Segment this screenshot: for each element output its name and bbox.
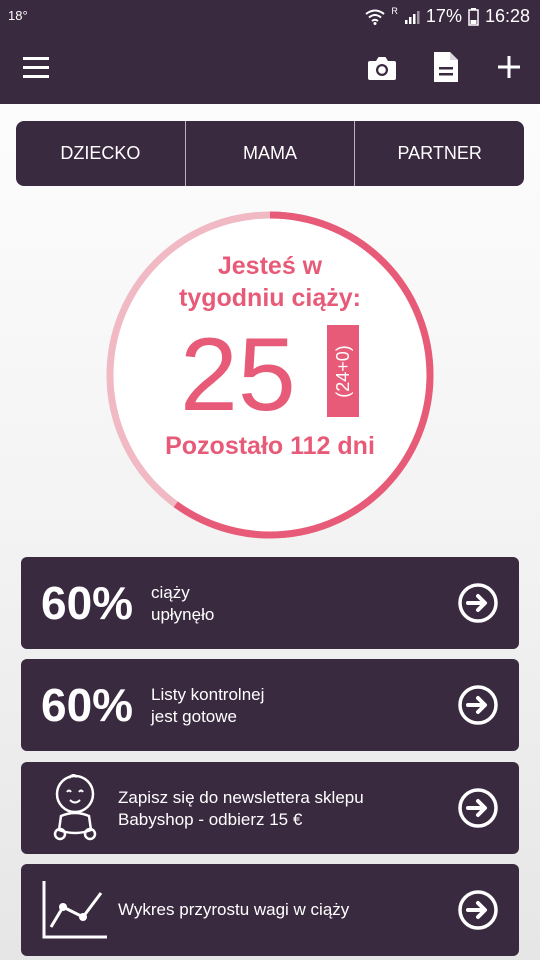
days-remaining: Pozostało 112 dni (165, 432, 375, 460)
clock: 16:28 (484, 6, 530, 26)
card-line2: Babyshop - odbierz 15 € (118, 810, 303, 829)
weight-chart-card[interactable]: Wykres przyrostu wagi w ciąży (21, 864, 519, 956)
arrow-right-icon[interactable] (457, 582, 499, 624)
baby-icon (53, 774, 97, 841)
tab-mama[interactable]: MAMA (186, 121, 356, 186)
week-title: Jesteś w tygodniu ciąży: (105, 250, 435, 314)
pregnancy-progress: Jesteś w tygodniu ciąży: 25 (24+0) Pozos… (105, 210, 435, 540)
menu-icon[interactable] (22, 54, 50, 82)
weight-chart-label: Wykres przyrostu wagi w ciąży (118, 900, 350, 919)
week-title-line2: tygodniu ciąży: (179, 284, 361, 312)
wifi-icon (365, 9, 386, 25)
card-line2: upłynęło (151, 605, 215, 624)
arrow-right-icon[interactable] (457, 787, 499, 829)
checklist-percent: 60% (41, 679, 134, 731)
signal-icon (404, 10, 420, 24)
pregnancy-progress-label: ciąży upłynęło (151, 582, 214, 626)
checklist-label: Listy kontrolnej jest gotowe (151, 684, 264, 728)
pregnancy-progress-card[interactable]: 60% ciąży upłynęło (21, 557, 519, 649)
exact-week-text: (24+0) (332, 344, 353, 398)
battery-percent: 17% (425, 6, 462, 26)
chart-icon (42, 881, 107, 939)
pregnancy-percent: 60% (41, 577, 134, 629)
status-bar: 18° R 17% 16:28 (0, 0, 540, 32)
tab-dziecko[interactable]: DZIECKO (16, 121, 186, 186)
tab-partner[interactable]: PARTNER (355, 121, 524, 186)
temperature-indicator: 18° (8, 8, 28, 23)
status-right: R 17% 16:28 (365, 6, 530, 27)
card-line1: Zapisz się do newslettera sklepu (118, 788, 364, 807)
exact-week-badge: (24+0) (327, 325, 359, 417)
add-icon[interactable] (494, 52, 524, 82)
checklist-card[interactable]: 60% Listy kontrolnej jest gotowe (21, 659, 519, 751)
card-line2: jest gotowe (151, 707, 237, 726)
newsletter-label: Zapisz się do newslettera sklepu Babysho… (118, 787, 364, 831)
battery-icon (468, 7, 479, 26)
app-bar (0, 32, 540, 104)
card-line1: Listy kontrolnej (151, 685, 265, 704)
document-icon[interactable] (432, 50, 460, 84)
week-number: 25 (180, 317, 296, 433)
section-tabs: DZIECKO MAMA PARTNER (16, 121, 524, 186)
newsletter-card[interactable]: Zapisz się do newslettera sklepu Babysho… (21, 762, 519, 854)
week-title-line1: Jesteś w (217, 252, 323, 280)
network-indicator: R (391, 5, 398, 16)
card-line1: ciąży (151, 583, 190, 602)
arrow-right-icon[interactable] (457, 684, 499, 726)
arrow-right-icon[interactable] (457, 889, 499, 931)
camera-icon[interactable] (366, 52, 398, 84)
